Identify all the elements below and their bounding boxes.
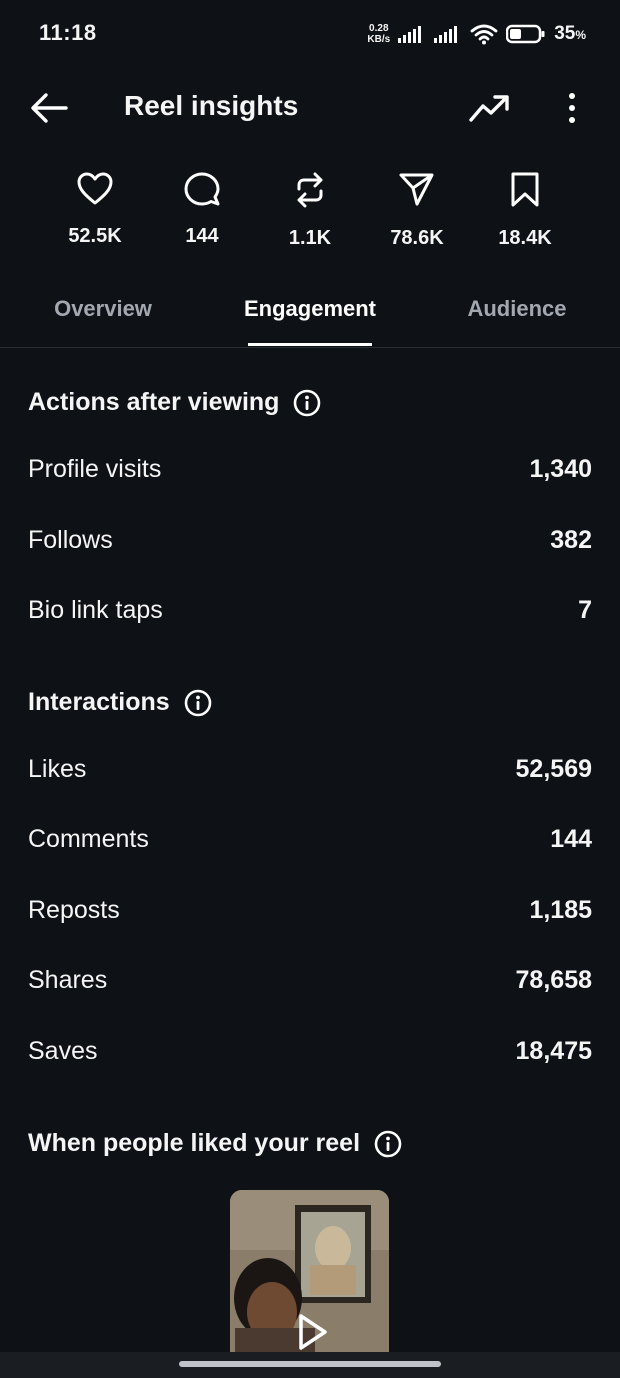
stat-value: 52,569 [515,755,592,783]
arrow-left-icon[interactable] [28,90,70,126]
metric-value: 78.6K [390,227,444,249]
stat-label: Saves [28,1037,98,1065]
network-speed-value: 0.28 [369,23,389,34]
stat-row-follows: Follows 382 [28,526,592,555]
metric-value: 18.4K [498,227,552,249]
section-title-text: Interactions [28,688,170,716]
status-bar: 11:18 0.28 KB/s 35% [0,0,620,68]
tab-audience[interactable]: Audience [467,296,566,322]
comment-icon [184,172,220,206]
repost-icon [297,172,323,208]
signal-icon [434,26,458,43]
stat-row-likes: Likes 52,569 [28,755,592,784]
metric-reposts: 1.1K [255,172,365,250]
stat-row-reposts: Reposts 1,185 [28,896,592,925]
stat-row-bio-link-taps: Bio link taps 7 [28,596,592,625]
metric-comments: 144 [147,172,257,248]
metric-saves: 18.4K [470,172,580,250]
stat-label: Comments [28,825,149,853]
stat-value: 1,340 [529,455,592,483]
stat-label: Reposts [28,896,120,924]
section-title-text: When people liked your reel [28,1129,361,1157]
section-title-interactions: Interactions [28,688,212,717]
tab-overview[interactable]: Overview [54,296,152,322]
info-icon[interactable] [374,1130,402,1158]
stat-value: 7 [578,596,592,624]
stat-row-saves: Saves 18,475 [28,1037,592,1066]
stat-label: Shares [28,966,108,994]
info-icon[interactable] [184,689,212,717]
stat-value: 18,475 [515,1037,592,1065]
metric-likes: 52.5K [40,172,150,248]
section-title-liked: When people liked your reel [28,1129,402,1158]
stat-label: Bio link taps [28,596,163,624]
stat-value: 78,658 [515,966,592,994]
trending-up-icon[interactable] [468,92,510,124]
heart-icon [77,172,113,205]
wifi-icon [470,24,498,45]
battery-percent-value: 35 [554,23,576,44]
status-time: 11:18 [39,20,97,45]
signal-icon [398,26,422,43]
battery-icon [506,24,545,44]
more-vertical-icon[interactable] [560,90,584,126]
stat-label: Profile visits [28,455,162,483]
metric-shares: 78.6K [362,172,472,250]
tab-bar: Overview Engagement Audience [0,284,620,348]
section-title-actions: Actions after viewing [28,388,321,417]
stat-row-shares: Shares 78,658 [28,966,592,995]
play-icon[interactable] [291,1312,331,1352]
metric-value: 52.5K [68,225,122,247]
network-speed: 0.28 KB/s [367,23,390,45]
info-icon[interactable] [293,389,321,417]
stat-row-profile-visits: Profile visits 1,340 [28,455,592,484]
metric-value: 1.1K [288,227,332,249]
stat-value: 144 [550,825,592,853]
stat-row-comments: Comments 144 [28,825,592,854]
bookmark-icon [511,172,539,207]
stat-label: Follows [28,526,113,554]
stat-label: Likes [28,755,87,783]
page-title: Reel insights [124,90,299,121]
section-title-text: Actions after viewing [28,388,280,416]
system-navigation-bar [0,1352,620,1378]
stat-value: 382 [550,526,592,554]
app-bar: Reel insights [0,68,620,148]
active-tab-indicator [248,343,372,346]
stat-value: 1,185 [529,896,592,924]
home-gesture-handle[interactable] [179,1361,441,1367]
status-indicators: 0.28 KB/s 35% [367,18,586,50]
send-icon [399,173,434,206]
metrics-summary: 52.5K 144 1.1K 78.6K 18.4K [0,172,620,254]
battery-percentage: 35% [554,23,586,45]
network-speed-unit: KB/s [367,34,391,45]
metric-value: 144 [185,225,219,247]
reel-thumbnail[interactable] [230,1190,389,1352]
battery-percent-sign: % [575,28,586,42]
tab-engagement[interactable]: Engagement [244,296,376,322]
